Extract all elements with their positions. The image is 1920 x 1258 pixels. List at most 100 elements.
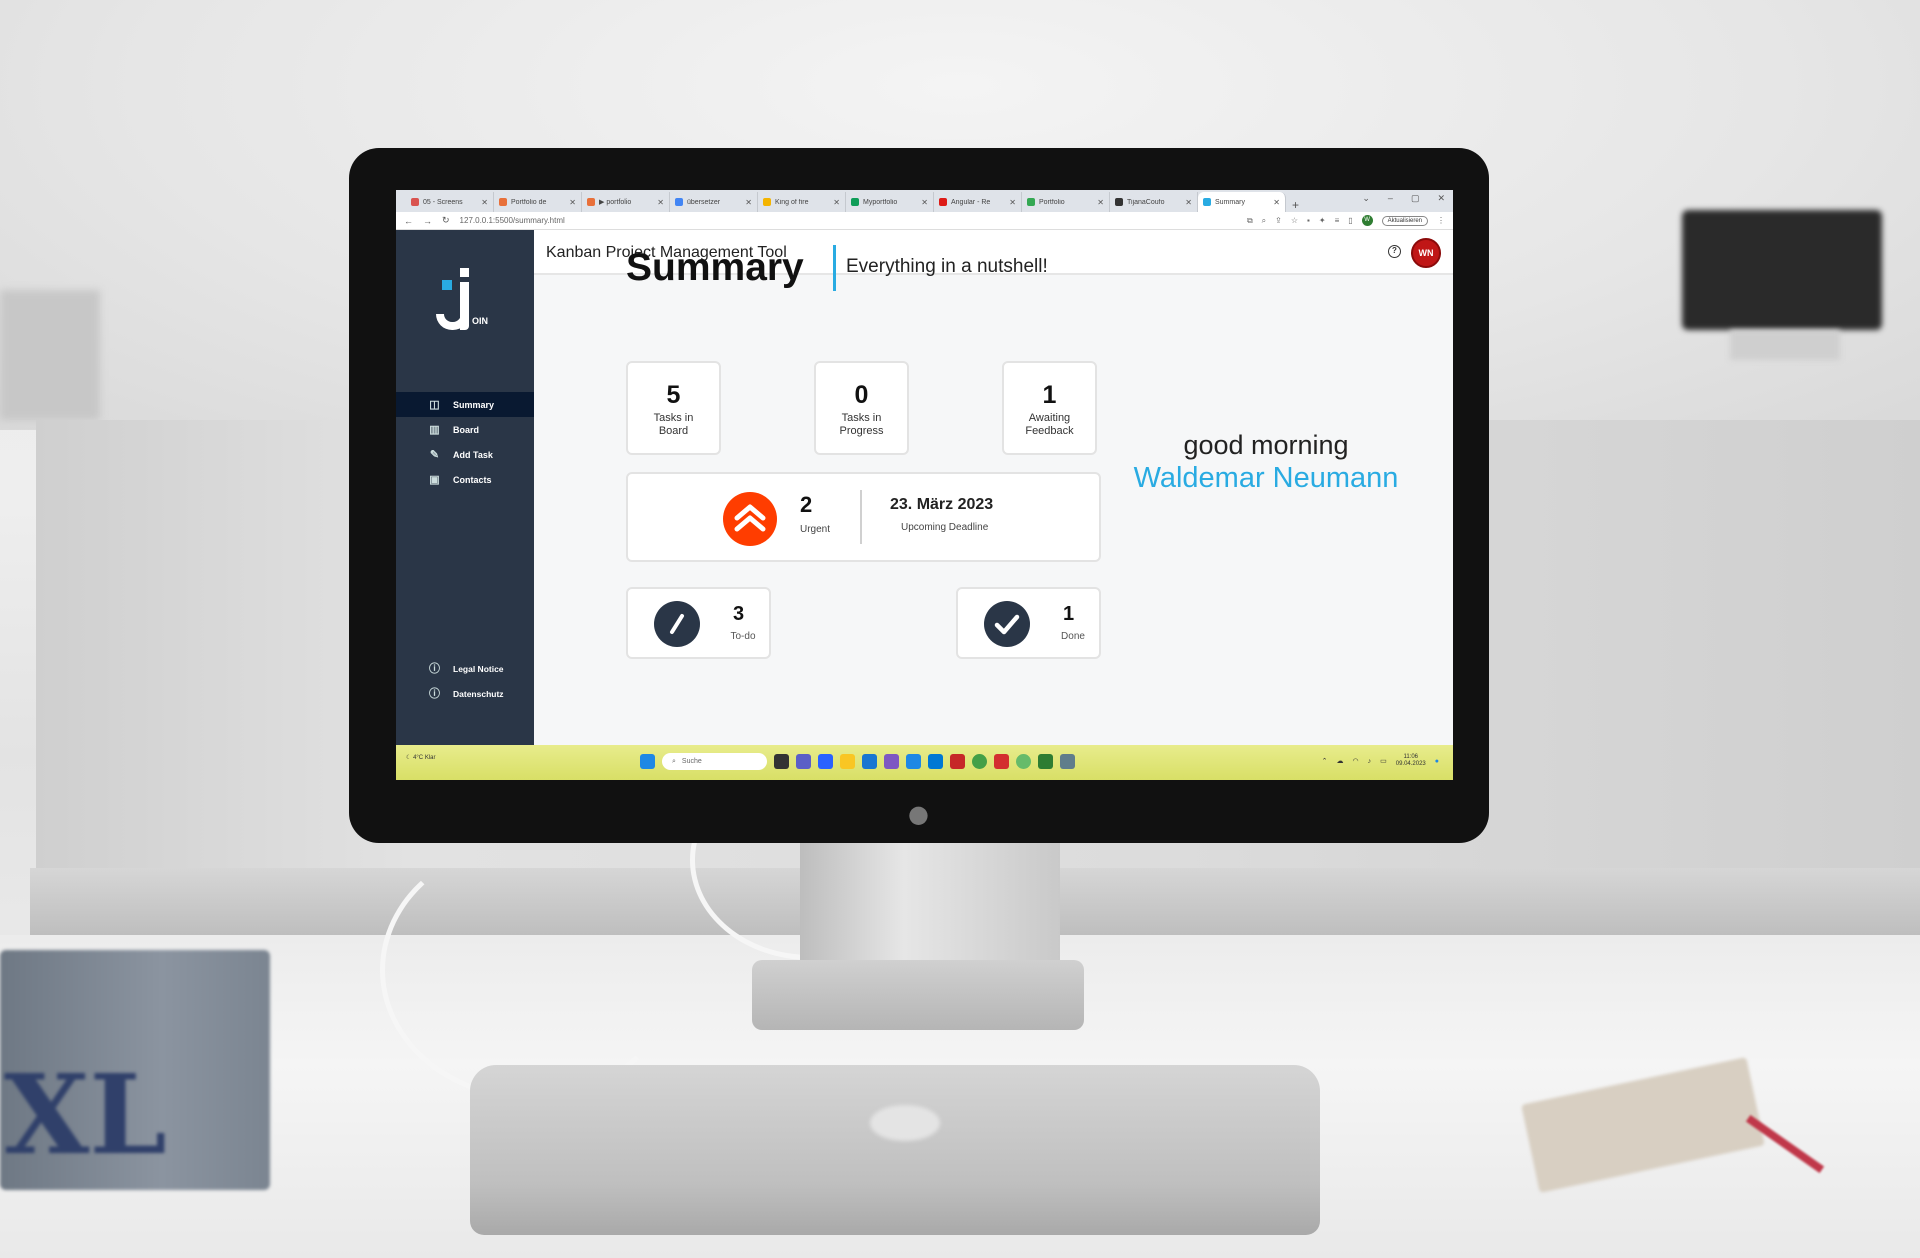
app-icon[interactable] (1060, 754, 1075, 769)
browser-tab[interactable]: King of fire ✕ (758, 192, 846, 212)
tab-favicon-icon (939, 198, 947, 206)
taskbar-clock[interactable]: 11:06 09.04.2023 (1396, 754, 1426, 768)
windows-start-icon[interactable] (640, 754, 655, 769)
extension-icon[interactable]: ▪ (1307, 216, 1310, 225)
browser-tab[interactable]: TijanaCoufo ✕ (1110, 192, 1198, 212)
tab-close-icon[interactable]: ✕ (481, 198, 488, 207)
tab-close-icon[interactable]: ✕ (1009, 198, 1016, 207)
filezilla-icon[interactable] (994, 754, 1009, 769)
sidebar-item-label: Summary (453, 399, 495, 410)
browser-tab[interactable]: Summary ✕ (1198, 192, 1286, 212)
deadline-label: Upcoming Deadline (901, 522, 989, 533)
excel-icon[interactable] (1038, 754, 1053, 769)
done-card[interactable]: 1 Done (956, 587, 1101, 659)
new-tab-icon[interactable]: + (1286, 198, 1305, 212)
tab-close-icon[interactable]: ✕ (1273, 198, 1280, 207)
tab-label: übersetzer (687, 198, 721, 206)
reading-list-icon[interactable]: ≡ (1335, 216, 1340, 225)
greeting-text: good morning (1183, 430, 1349, 460)
tasks-in-progress-card[interactable]: 0 Tasks in Progress (814, 361, 909, 455)
translate-icon[interactable]: ⧉ (1247, 216, 1253, 226)
calculator-icon[interactable] (906, 754, 921, 769)
taskbar-search-placeholder: Suche (681, 758, 702, 765)
chat-icon[interactable] (796, 754, 811, 769)
browser-tab[interactable]: ▶ portfolio ✕ (582, 192, 670, 212)
urgent-deadline-card[interactable]: 2 Urgent 23. März 2023 Upcoming Deadline (626, 472, 1101, 562)
todo-card[interactable]: 3 To-do (626, 587, 771, 659)
volume-icon[interactable]: ♪ (1368, 758, 1372, 765)
tab-close-icon[interactable]: ✕ (1097, 198, 1104, 207)
browser-tab[interactable]: 05 - Screens ✕ (406, 192, 494, 212)
sidebar-item-add-task[interactable]: ✎ Add Task (396, 442, 534, 467)
file-explorer-icon[interactable] (840, 754, 855, 769)
tab-close-icon[interactable]: ✕ (745, 198, 752, 207)
tab-close-icon[interactable]: ✕ (569, 198, 576, 207)
close-window-icon[interactable]: ✕ (1437, 193, 1445, 204)
tab-favicon-icon (1027, 198, 1035, 206)
tab-close-icon[interactable]: ✕ (657, 198, 664, 207)
mail-icon[interactable] (950, 754, 965, 769)
taskbar-search[interactable]: ⌕ Suche (662, 753, 767, 770)
done-count: 1 (1063, 603, 1075, 625)
add-task-icon: ✎ (429, 448, 440, 461)
tab-label: ▶ portfolio (599, 199, 632, 206)
bookmark-star-icon[interactable]: ☆ (1291, 216, 1298, 225)
notification-icon[interactable]: ● (1435, 758, 1439, 765)
profile-avatar[interactable]: W (1361, 215, 1373, 226)
url-field[interactable]: 127.0.0.1:5500/summary.html (460, 216, 1237, 225)
maximize-icon[interactable]: ▢ (1411, 193, 1420, 204)
back-icon[interactable]: ← (404, 216, 413, 226)
update-button[interactable]: Aktualisieren (1381, 215, 1428, 226)
urgent-chevrons-up-icon (723, 492, 777, 546)
battery-icon[interactable]: ▭ (1380, 757, 1387, 765)
browser-tab[interactable]: übersetzer ✕ (670, 192, 758, 212)
user-avatar[interactable]: WN (1411, 238, 1441, 268)
side-panel-icon[interactable]: ▯ (1348, 216, 1352, 225)
minimize-icon[interactable]: – (1388, 193, 1393, 204)
vscode-icon[interactable] (928, 754, 943, 769)
tray-chevron-icon[interactable]: ⌃ (1322, 757, 1328, 765)
metric-label-line1: Awaiting (1028, 412, 1071, 424)
chrome-icon[interactable] (972, 754, 987, 769)
wifi-icon[interactable]: ◠ (1353, 757, 1359, 765)
weather-text: Klar (424, 755, 436, 761)
help-icon[interactable]: ? (1388, 245, 1401, 258)
join-logo[interactable]: OIN (432, 268, 492, 348)
windows-taskbar: ☾ 4°C Klar ⌕ Suche ⌃ ☁ ◠ ♪ ▭ 11:06 09.04… (396, 745, 1453, 780)
todo-count: 3 (733, 603, 745, 625)
browser-icon[interactable] (1016, 754, 1031, 769)
browser-tab[interactable]: Myportfolio ✕ (846, 192, 934, 212)
browser-tab[interactable]: Angular - Re ✕ (934, 192, 1022, 212)
tasks-in-board-card[interactable]: 5 Tasks in Board (626, 361, 721, 455)
cloud-icon[interactable]: ☁ (1337, 757, 1344, 765)
task-view-icon[interactable] (774, 754, 789, 769)
reload-icon[interactable]: ↻ (442, 215, 450, 226)
awaiting-feedback-card[interactable]: 1 Awaiting Feedback (1002, 361, 1097, 455)
urgent-divider (860, 490, 862, 544)
tab-close-icon[interactable]: ✕ (1185, 198, 1192, 207)
weather-widget[interactable]: ☾ 4°C Klar (406, 754, 435, 761)
pencil-icon (654, 601, 700, 647)
cable-left (380, 840, 680, 1100)
puzzle-icon[interactable]: ✦ (1319, 216, 1326, 225)
tab-close-icon[interactable]: ✕ (921, 198, 928, 207)
zoom-icon[interactable]: ⌕ (1262, 216, 1266, 226)
sidebar-item-datenschutz[interactable]: ⓘ Datenschutz (396, 681, 534, 706)
browser-tab[interactable]: Portfolio de ✕ (494, 192, 582, 212)
weather-moon-icon: ☾ (406, 755, 412, 761)
sidebar-item-contacts[interactable]: ▣ Contacts (396, 467, 534, 492)
sidebar-item-summary[interactable]: ◫ Summary (396, 392, 534, 417)
browser-tab[interactable]: Portfolio ✕ (1022, 192, 1110, 212)
window-controls: ⌄ – ▢ ✕ (1362, 193, 1445, 204)
tab-close-icon[interactable]: ✕ (833, 198, 840, 207)
store-icon[interactable] (818, 754, 833, 769)
tab-search-icon[interactable]: ⌄ (1362, 193, 1370, 204)
share-icon[interactable]: ⇪ (1275, 216, 1282, 225)
menu-dots-icon[interactable]: ⋮ (1437, 216, 1445, 225)
sidebar-item-legal-notice[interactable]: ⓘ Legal Notice (396, 656, 534, 681)
background-monitor-right-stand (1730, 330, 1840, 360)
forward-icon[interactable]: → (423, 216, 432, 226)
app-l-icon[interactable] (862, 754, 877, 769)
messenger-icon[interactable] (884, 754, 899, 769)
sidebar-item-board[interactable]: ▥ Board (396, 417, 534, 442)
